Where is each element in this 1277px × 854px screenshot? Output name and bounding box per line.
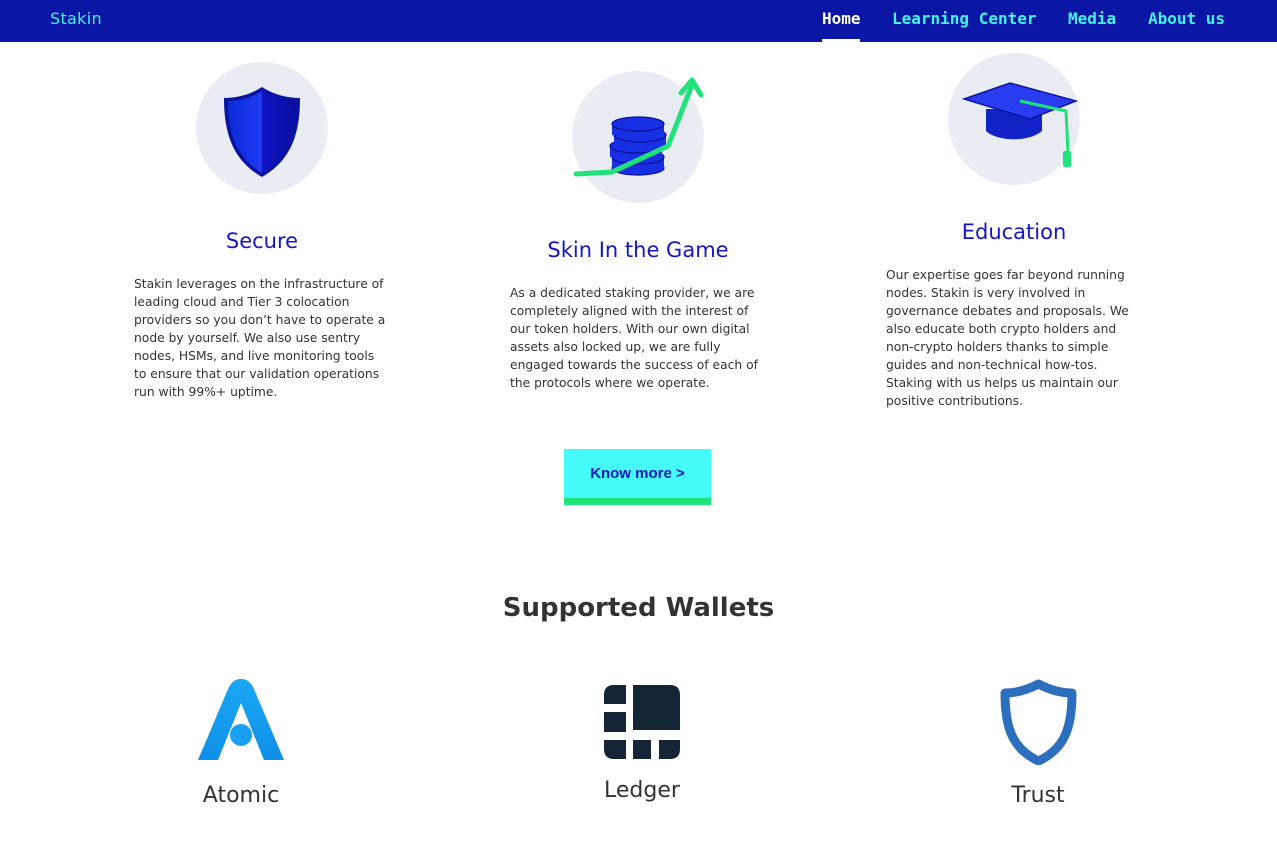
wallet-name: Atomic [202,783,280,808]
nav-home[interactable]: Home [822,9,861,28]
atomic-logo-icon [198,679,284,760]
ledger-logo-icon [604,685,680,759]
shield-icon [196,62,328,194]
supported-wallets-title: Supported Wallets [502,593,775,623]
feature-title: Education [961,220,1067,244]
feature-description: Stakin leverages on the infrastructure o… [134,277,386,399]
nav-media[interactable]: Media [1068,9,1116,28]
feature-description: As a dedicated staking provider, we are … [510,286,758,390]
top-navbar: Stakin Home Learning Center Media About … [0,0,1277,42]
feature-title: Skin In the Game [547,238,729,262]
wallet-name: Trust [1011,783,1065,808]
wallet-name: Ledger [604,778,680,803]
brand-logo[interactable]: Stakin [50,9,102,28]
feature-description: Our expertise goes far beyond running no… [886,268,1129,408]
know-more-button[interactable]: Know more > [564,449,711,505]
trust-logo-icon [1000,679,1077,765]
active-nav-indicator [822,39,860,42]
nav-about-us[interactable]: About us [1148,9,1225,28]
coins-growth-icon [572,71,704,203]
feature-title: Secure [225,229,299,253]
graduation-cap-icon [948,53,1080,185]
nav-learning-center[interactable]: Learning Center [892,9,1037,28]
